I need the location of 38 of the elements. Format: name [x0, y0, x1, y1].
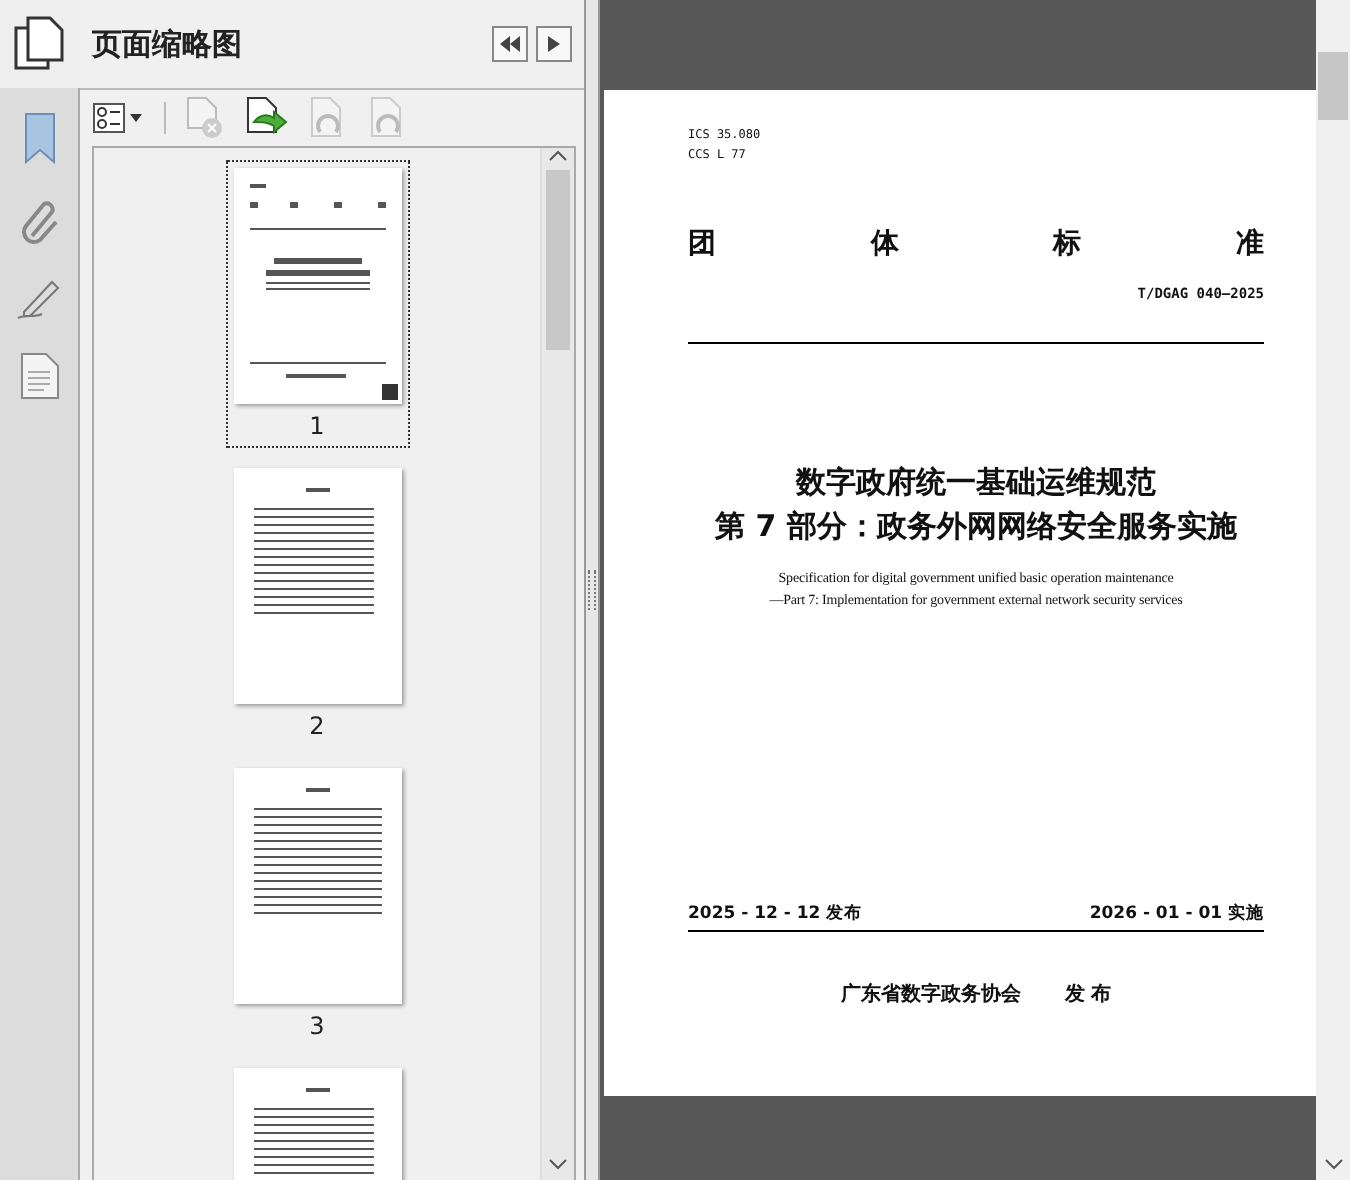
standard-category-char: 团	[688, 226, 716, 262]
effective-date: 2026 - 01 - 01 实施	[1089, 902, 1264, 926]
document-icon[interactable]	[19, 352, 59, 400]
scrollbar-thumb[interactable]	[546, 170, 570, 350]
page-number: 3	[309, 1012, 325, 1040]
page-thumbnail[interactable]	[233, 468, 401, 704]
thumbnail-item[interactable]: 3	[225, 760, 409, 1048]
insert-page-icon[interactable]	[246, 96, 290, 140]
next-button[interactable]	[536, 26, 572, 62]
page-number: 1	[309, 412, 325, 440]
options-menu-icon[interactable]	[92, 102, 144, 134]
scroll-down-icon[interactable]	[548, 1156, 568, 1172]
scroll-down-icon[interactable]	[1323, 1156, 1343, 1172]
scrollbar[interactable]	[1316, 0, 1350, 1180]
scroll-up-icon[interactable]	[548, 148, 568, 164]
standard-category-char: 标	[1053, 226, 1082, 262]
paperclip-icon[interactable]	[19, 196, 59, 244]
right-arrow-icon	[548, 36, 560, 52]
scrollbar-thumb[interactable]	[1318, 52, 1348, 120]
page-thumbnail[interactable]	[233, 168, 401, 404]
scrollbar[interactable]	[540, 148, 574, 1180]
document-title: 第 7 部分：政务外网网络安全服务实施	[713, 506, 1239, 548]
signature-pen-icon[interactable]	[15, 276, 63, 320]
pages-icon[interactable]	[13, 16, 65, 72]
standard-category-char: 准	[1235, 226, 1264, 262]
panel-title: 页面缩略图	[92, 25, 244, 63]
document-title: 数字政府统一基础运维规范	[793, 462, 1158, 504]
collapse-panel-button[interactable]	[492, 26, 528, 62]
page-thumbnail[interactable]	[233, 768, 401, 1004]
page-number: 2	[309, 712, 325, 740]
publish-label: 发 布	[1064, 981, 1112, 1008]
publisher: 广东省数字政务协会	[840, 980, 1021, 1008]
issue-date: 2025 - 12 - 12 发布	[688, 902, 863, 926]
splitter-handle[interactable]	[588, 570, 596, 610]
thumbnail-item[interactable]: 1	[225, 160, 409, 448]
standard-category-char: 体	[870, 226, 899, 262]
thumbnail-item[interactable]: 2	[225, 460, 409, 748]
double-left-arrow-icon	[500, 36, 520, 52]
